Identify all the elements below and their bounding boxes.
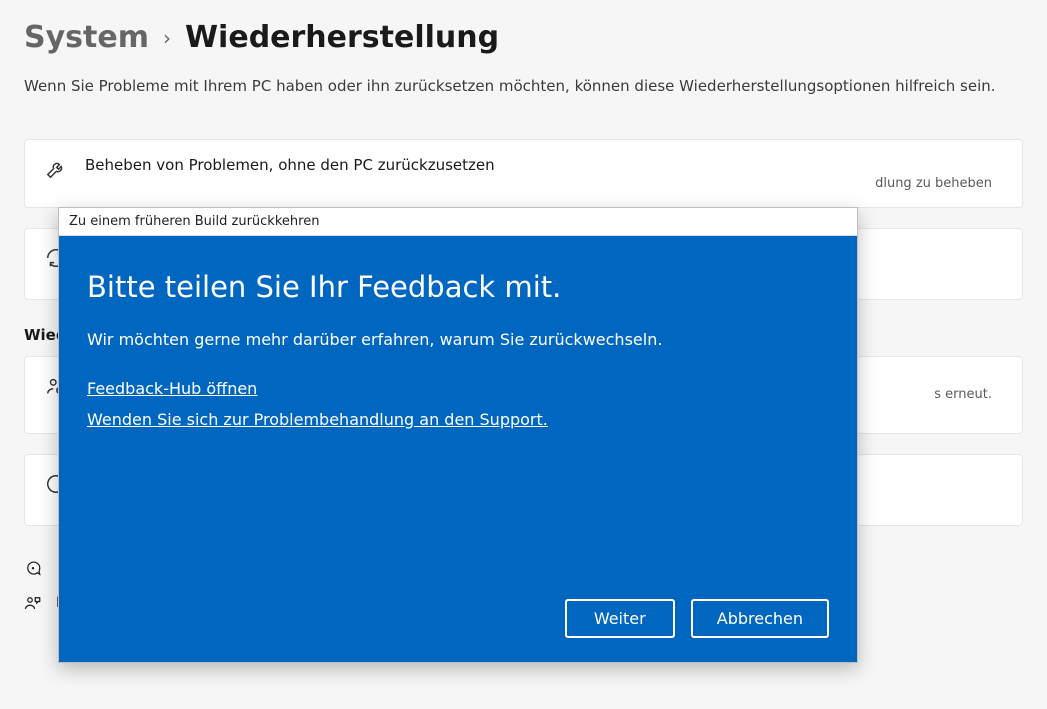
breadcrumb-current: Wiederherstellung	[185, 20, 499, 55]
dialog-titlebar: Zu einem früheren Build zurückkehren	[59, 208, 857, 236]
chevron-right-icon: ›	[163, 26, 171, 50]
next-button[interactable]: Weiter	[565, 599, 675, 638]
rollback-dialog: Zu einem früheren Build zurückkehren Bit…	[58, 207, 858, 663]
dialog-body: Bitte teilen Sie Ihr Feedback mit. Wir m…	[59, 236, 857, 662]
dialog-heading: Bitte teilen Sie Ihr Feedback mit.	[87, 270, 829, 304]
dialog-buttons: Weiter Abbrechen	[87, 599, 829, 638]
card-text: Beheben von Problemen, ohne den PC zurüc…	[85, 156, 1002, 191]
card-title: Beheben von Problemen, ohne den PC zurüc…	[85, 156, 1002, 174]
card-troubleshoot[interactable]: Beheben von Problemen, ohne den PC zurüc…	[24, 139, 1023, 208]
dialog-subtext: Wir möchten gerne mehr darüber erfahren,…	[87, 330, 829, 349]
breadcrumb-root[interactable]: System	[24, 20, 149, 55]
card-subtitle-partial: dlung zu beheben	[85, 176, 1002, 191]
feedback-hub-link[interactable]: Feedback-Hub öffnen	[87, 379, 257, 398]
page-description: Wenn Sie Probleme mit Ihrem PC haben ode…	[24, 77, 1023, 95]
cancel-button[interactable]: Abbrechen	[691, 599, 829, 638]
wrench-icon	[45, 158, 67, 180]
help-chat-icon	[24, 560, 42, 578]
breadcrumb: System › Wiederherstellung	[24, 20, 1023, 55]
support-link[interactable]: Wenden Sie sich zur Problembehandlung an…	[87, 410, 548, 429]
feedback-person-icon	[24, 594, 42, 612]
